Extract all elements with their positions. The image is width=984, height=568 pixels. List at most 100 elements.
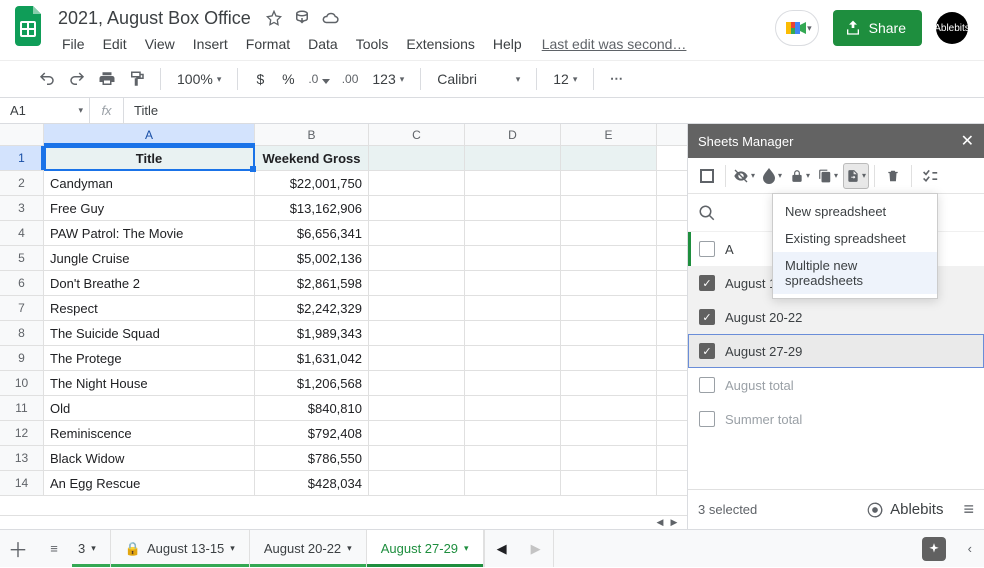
row-header[interactable]: 4 <box>0 221 44 245</box>
share-button[interactable]: Share <box>833 10 922 46</box>
cell[interactable]: Respect <box>44 296 255 320</box>
font-size-dropdown[interactable]: 12▾ <box>547 71 583 87</box>
cell[interactable] <box>561 321 657 345</box>
row-header[interactable]: 3 <box>0 196 44 220</box>
cell[interactable] <box>561 221 657 245</box>
cell[interactable]: The Night House <box>44 371 255 395</box>
row-header[interactable]: 5 <box>0 246 44 270</box>
hscroll-left[interactable]: ◀ <box>653 516 667 530</box>
menu-tools[interactable]: Tools <box>348 34 397 54</box>
paint-format-button[interactable] <box>124 66 150 92</box>
meet-button[interactable]: ▾ <box>775 10 819 46</box>
cell[interactable]: Old <box>44 396 255 420</box>
cloud-status-icon[interactable] <box>321 9 339 27</box>
sheets-logo[interactable] <box>10 6 50 46</box>
menu-view[interactable]: View <box>137 34 183 54</box>
cell[interactable]: $786,550 <box>255 446 369 470</box>
checkbox-icon[interactable]: ✓ <box>699 309 715 325</box>
cell[interactable] <box>465 346 561 370</box>
col-header-c[interactable]: C <box>369 124 465 145</box>
sheet-nav-next[interactable]: ▶ <box>519 530 553 568</box>
cell[interactable] <box>369 396 465 420</box>
row-header[interactable]: 8 <box>0 321 44 345</box>
cell[interactable] <box>561 171 657 195</box>
row-header[interactable]: 11 <box>0 396 44 420</box>
cell[interactable] <box>465 421 561 445</box>
panel-move-button[interactable] <box>843 163 869 189</box>
cell[interactable] <box>369 321 465 345</box>
cell[interactable] <box>465 146 561 170</box>
cell[interactable]: $840,810 <box>255 396 369 420</box>
sheet-tab[interactable]: 🔒August 13-15▾ <box>111 530 250 567</box>
cell[interactable] <box>369 371 465 395</box>
cell[interactable] <box>369 171 465 195</box>
menu-insert[interactable]: Insert <box>185 34 236 54</box>
menu-edit[interactable]: Edit <box>95 34 135 54</box>
panel-copy-button[interactable] <box>815 163 841 189</box>
chevron-down-icon[interactable]: ▾ <box>464 543 469 554</box>
checkbox-icon[interactable]: ✓ <box>699 343 715 359</box>
dropdown-new-spreadsheet[interactable]: New spreadsheet <box>773 198 937 225</box>
sheet-tab[interactable]: 3▾ <box>72 530 111 567</box>
cell[interactable] <box>465 296 561 320</box>
cell[interactable]: $428,034 <box>255 471 369 495</box>
cell[interactable] <box>465 196 561 220</box>
cell[interactable] <box>465 271 561 295</box>
row-header[interactable]: 7 <box>0 296 44 320</box>
sheet-list-item[interactable]: ✓August 20-22 <box>688 300 984 334</box>
cell[interactable] <box>561 421 657 445</box>
menu-help[interactable]: Help <box>485 34 530 54</box>
dropdown-existing-spreadsheet[interactable]: Existing spreadsheet <box>773 225 937 252</box>
cell[interactable] <box>369 421 465 445</box>
cell[interactable]: $13,162,906 <box>255 196 369 220</box>
cell[interactable] <box>561 346 657 370</box>
panel-color-button[interactable] <box>759 163 785 189</box>
sheet-list-item[interactable]: Summer total <box>688 402 984 436</box>
ablebits-brand[interactable]: Ablebits <box>866 501 943 519</box>
cell[interactable]: Don't Breathe 2 <box>44 271 255 295</box>
col-header-b[interactable]: B <box>255 124 369 145</box>
checkbox-icon[interactable]: ✓ <box>699 275 715 291</box>
checkbox-icon[interactable] <box>699 241 715 257</box>
cell[interactable]: The Suicide Squad <box>44 321 255 345</box>
undo-button[interactable] <box>34 66 60 92</box>
cell[interactable]: $6,656,341 <box>255 221 369 245</box>
row-header[interactable]: 13 <box>0 446 44 470</box>
last-edit-link[interactable]: Last edit was second… <box>542 36 687 52</box>
cell[interactable] <box>369 196 465 220</box>
cell[interactable]: Title <box>44 146 255 170</box>
cell[interactable] <box>561 296 657 320</box>
panel-visibility-button[interactable] <box>731 163 757 189</box>
cell[interactable]: $1,989,343 <box>255 321 369 345</box>
cell[interactable]: $2,242,329 <box>255 296 369 320</box>
add-sheet-button[interactable]: ＋ <box>0 530 36 567</box>
cell[interactable] <box>465 446 561 470</box>
cell[interactable] <box>561 246 657 270</box>
cell[interactable]: $1,631,042 <box>255 346 369 370</box>
collapse-side-panel-button[interactable]: ‹ <box>968 541 972 556</box>
chevron-down-icon[interactable]: ▾ <box>230 543 235 554</box>
cell[interactable]: Jungle Cruise <box>44 246 255 270</box>
checkbox-icon[interactable] <box>699 411 715 427</box>
cell[interactable]: PAW Patrol: The Movie <box>44 221 255 245</box>
sheet-tab[interactable]: August 27-29▾ <box>367 530 484 567</box>
cell[interactable] <box>465 246 561 270</box>
format-currency-button[interactable]: $ <box>248 66 272 92</box>
cell[interactable]: Candyman <box>44 171 255 195</box>
star-icon[interactable] <box>265 9 283 27</box>
cell[interactable]: Black Widow <box>44 446 255 470</box>
menu-file[interactable]: File <box>54 34 93 54</box>
cell[interactable] <box>369 246 465 270</box>
sheet-list-item[interactable]: August total <box>688 368 984 402</box>
cell[interactable] <box>561 471 657 495</box>
panel-lock-button[interactable] <box>787 163 813 189</box>
checkbox-icon[interactable] <box>699 377 715 393</box>
increase-decimal-button[interactable]: .00 <box>338 66 363 92</box>
cell[interactable] <box>465 321 561 345</box>
cell[interactable] <box>369 346 465 370</box>
col-header-a[interactable]: A <box>44 124 255 145</box>
chevron-down-icon[interactable]: ▾ <box>347 543 352 554</box>
cell[interactable] <box>369 221 465 245</box>
cell[interactable] <box>369 271 465 295</box>
cell[interactable] <box>561 446 657 470</box>
